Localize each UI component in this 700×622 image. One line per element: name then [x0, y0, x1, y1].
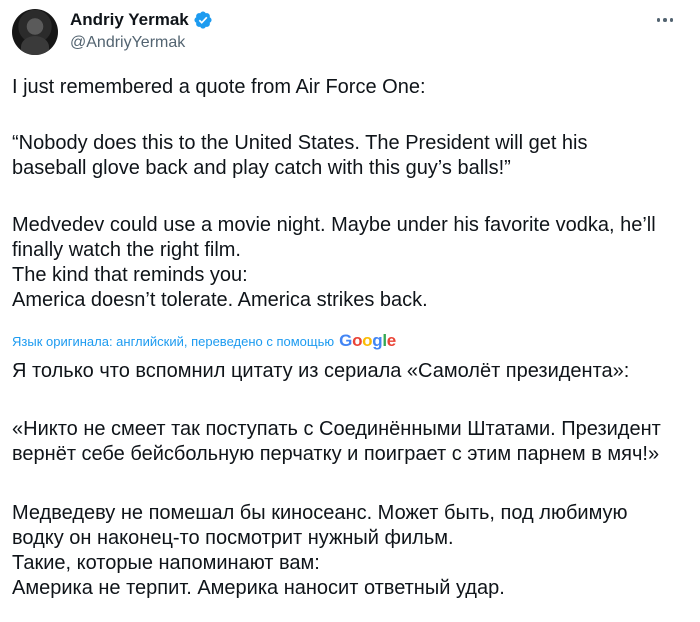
tweet-text-paragraph-3: Medvedev could use a movie night. Maybe … [12, 214, 656, 311]
translated-text-paragraph-3: Медведеву не помешал бы киносеанс. Может… [12, 502, 628, 599]
verified-badge-icon[interactable] [193, 10, 213, 30]
translated-text-paragraph-2: «Никто не смеет так поступать с Соединён… [12, 418, 661, 465]
more-options-icon[interactable] [652, 10, 678, 30]
name-row: Andriy Yermak [70, 8, 213, 32]
avatar[interactable] [12, 9, 58, 55]
tweet-header: Andriy Yermak @AndriyYermak [70, 8, 213, 52]
tweet-text-paragraph-1: I just remembered a quote from Air Force… [12, 76, 426, 98]
translated-text-paragraph-1: Я только что вспомнил цитату из сериала … [12, 360, 630, 382]
translation-note[interactable]: Язык оригинала: английский, переведено с… [12, 331, 396, 351]
handle[interactable]: @AndriyYermak [70, 34, 213, 52]
google-logo: G o o g l e [339, 331, 396, 350]
translation-note-text: Язык оригинала: английский, переведено с… [12, 333, 335, 349]
tweet-text-paragraph-2: “Nobody does this to the United States. … [12, 132, 588, 179]
display-name[interactable]: Andriy Yermak [70, 10, 189, 30]
